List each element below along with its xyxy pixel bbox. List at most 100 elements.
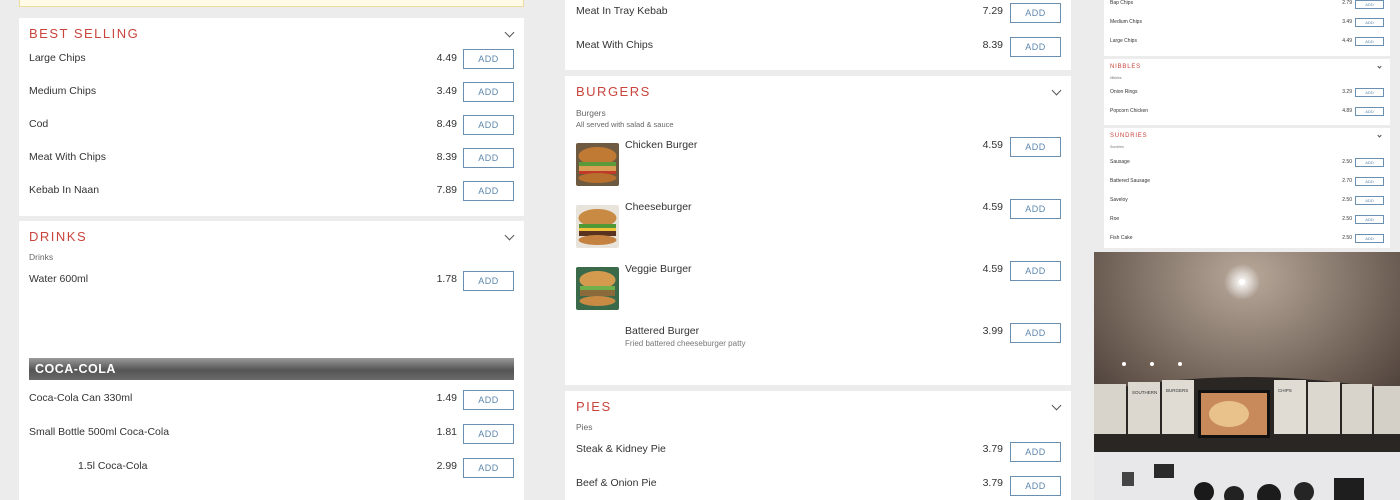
add-button[interactable]: ADD	[463, 424, 514, 444]
item-price: 1.78	[436, 273, 457, 285]
item-name: Small Bottle 500ml Coca-Cola	[29, 426, 170, 438]
section-title: PIES	[576, 399, 612, 414]
item-name: Bap Chips	[1110, 0, 1134, 6]
chips-mini-section: Bap Chips 2.79 ADD Medium Chips 3.49 ADD…	[1104, 0, 1390, 56]
add-button[interactable]: ADD	[1010, 3, 1061, 23]
add-button[interactable]: ADD	[463, 49, 514, 69]
add-button[interactable]: ADD	[1355, 177, 1384, 186]
chevron-down-icon[interactable]	[1051, 85, 1062, 96]
add-button[interactable]: ADD	[1355, 18, 1384, 27]
item-price: 2.50	[1342, 197, 1352, 203]
item-price: 2.79	[1342, 0, 1352, 6]
add-button[interactable]: ADD	[463, 181, 514, 201]
add-button[interactable]: ADD	[1355, 107, 1384, 116]
item-name: Water 600ml	[29, 273, 89, 285]
add-button[interactable]: ADD	[1355, 37, 1384, 46]
chevron-down-icon[interactable]	[504, 230, 515, 241]
add-button[interactable]: ADD	[1355, 215, 1384, 224]
item-price: 4.59	[982, 139, 1003, 151]
item-price: 2.50	[1342, 216, 1352, 222]
item-price: 3.79	[982, 477, 1003, 489]
section-subtitle: All served with salad & sauce	[576, 120, 674, 129]
item-price: 7.29	[982, 5, 1003, 17]
item-price: 3.79	[982, 443, 1003, 455]
chevron-down-icon[interactable]	[1051, 400, 1062, 411]
item-name: Cod	[29, 118, 49, 130]
item-name: Fish Cake	[1110, 235, 1133, 241]
item-name: Steak & Kidney Pie	[576, 443, 666, 455]
section-title: NIBBLES	[1110, 64, 1141, 70]
item-price: 4.49	[1342, 38, 1352, 44]
add-button[interactable]: ADD	[1010, 37, 1061, 57]
item-price: 3.49	[1342, 19, 1352, 25]
item-name: Kebab In Naan	[29, 184, 100, 196]
menu-column-left: BEST SELLING Large Chips 4.49 ADD Medium…	[0, 0, 543, 500]
veggie-burger-image	[576, 267, 619, 310]
item-price: 8.49	[436, 118, 457, 130]
item-name: Battered Burger	[625, 325, 700, 337]
section-subtitle: Burgers	[576, 108, 606, 118]
section-title: BEST SELLING	[29, 26, 140, 41]
menu-column-right: Bap Chips 2.79 ADD Medium Chips 3.49 ADD…	[1094, 0, 1400, 500]
item-name: Beef & Onion Pie	[576, 477, 657, 489]
item-price: 2.70	[1342, 178, 1352, 184]
coca-cola-banner: COCA-COLA	[29, 358, 514, 380]
item-price: 2.99	[436, 460, 457, 472]
item-price: 8.39	[436, 151, 457, 163]
nibbles-mini-section: NIBBLES Nibbles Onion Rings 3.29 ADD Pop…	[1104, 59, 1390, 125]
add-button[interactable]: ADD	[1010, 442, 1061, 462]
item-price: 8.39	[982, 39, 1003, 51]
item-price: 7.89	[436, 184, 457, 196]
chevron-down-icon[interactable]	[1377, 133, 1382, 138]
add-button[interactable]: ADD	[463, 390, 514, 410]
item-price: 4.49	[436, 52, 457, 64]
item-name: Medium Chips	[1110, 19, 1142, 25]
item-name: Meat In Tray Kebab	[576, 5, 668, 17]
add-button[interactable]: ADD	[463, 115, 514, 135]
item-price: 3.49	[436, 85, 457, 97]
item-name: Cheeseburger	[625, 201, 692, 213]
section-title: SUNDRIES	[1110, 133, 1148, 139]
item-price: 1.81	[436, 426, 457, 438]
item-name: Large Chips	[1110, 38, 1137, 44]
chevron-down-icon[interactable]	[1377, 64, 1382, 69]
menu-column-middle: Meat In Tray Kebab 7.29 ADD Meat With Ch…	[547, 0, 1090, 500]
add-button[interactable]: ADD	[1355, 158, 1384, 167]
item-description: Fried battered cheeseburger patty	[625, 339, 746, 348]
add-button[interactable]: ADD	[463, 148, 514, 168]
add-button[interactable]: ADD	[1355, 234, 1384, 243]
item-price: 1.49	[436, 392, 457, 404]
add-button[interactable]: ADD	[463, 458, 514, 478]
item-price: 3.99	[982, 325, 1003, 337]
section-subtitle: Sundries	[1110, 145, 1124, 149]
item-name: Large Chips	[29, 52, 86, 64]
section-subtitle: Pies	[576, 422, 593, 432]
add-button[interactable]: ADD	[1355, 88, 1384, 97]
pies-section: PIES Pies Steak & Kidney Pie 3.79 ADD Be…	[565, 391, 1071, 500]
add-button[interactable]: ADD	[1355, 196, 1384, 205]
item-price: 4.89	[1342, 108, 1352, 114]
item-price: 4.59	[982, 201, 1003, 213]
add-button[interactable]: ADD	[1010, 137, 1061, 157]
add-button[interactable]: ADD	[1010, 199, 1061, 219]
item-name: Coca-Cola Can 330ml	[29, 392, 133, 404]
item-price: 2.50	[1342, 159, 1352, 165]
add-button[interactable]: ADD	[1010, 261, 1061, 281]
add-button[interactable]: ADD	[463, 82, 514, 102]
item-name: Onion Rings	[1110, 89, 1138, 95]
chevron-down-icon[interactable]	[504, 27, 515, 38]
add-button[interactable]: ADD	[1355, 0, 1384, 9]
section-title: DRINKS	[29, 229, 88, 244]
add-button[interactable]: ADD	[1010, 323, 1061, 343]
item-name: Medium Chips	[29, 85, 97, 97]
section-subtitle: Drinks	[29, 252, 54, 262]
section-title: BURGERS	[576, 84, 651, 99]
item-name: Chicken Burger	[625, 139, 698, 151]
shop-interior-photo: SOUTHERN BURGERS CHIPS	[1094, 252, 1400, 500]
item-name: Battered Sausage	[1110, 178, 1151, 184]
item-name: 1.5l Coca-Cola	[78, 460, 148, 472]
drinks-section: DRINKS Drinks Water 600ml 1.78 ADD COCA-…	[19, 221, 524, 500]
item-name: Meat With Chips	[29, 151, 107, 163]
add-button[interactable]: ADD	[463, 271, 514, 291]
add-button[interactable]: ADD	[1010, 476, 1061, 496]
